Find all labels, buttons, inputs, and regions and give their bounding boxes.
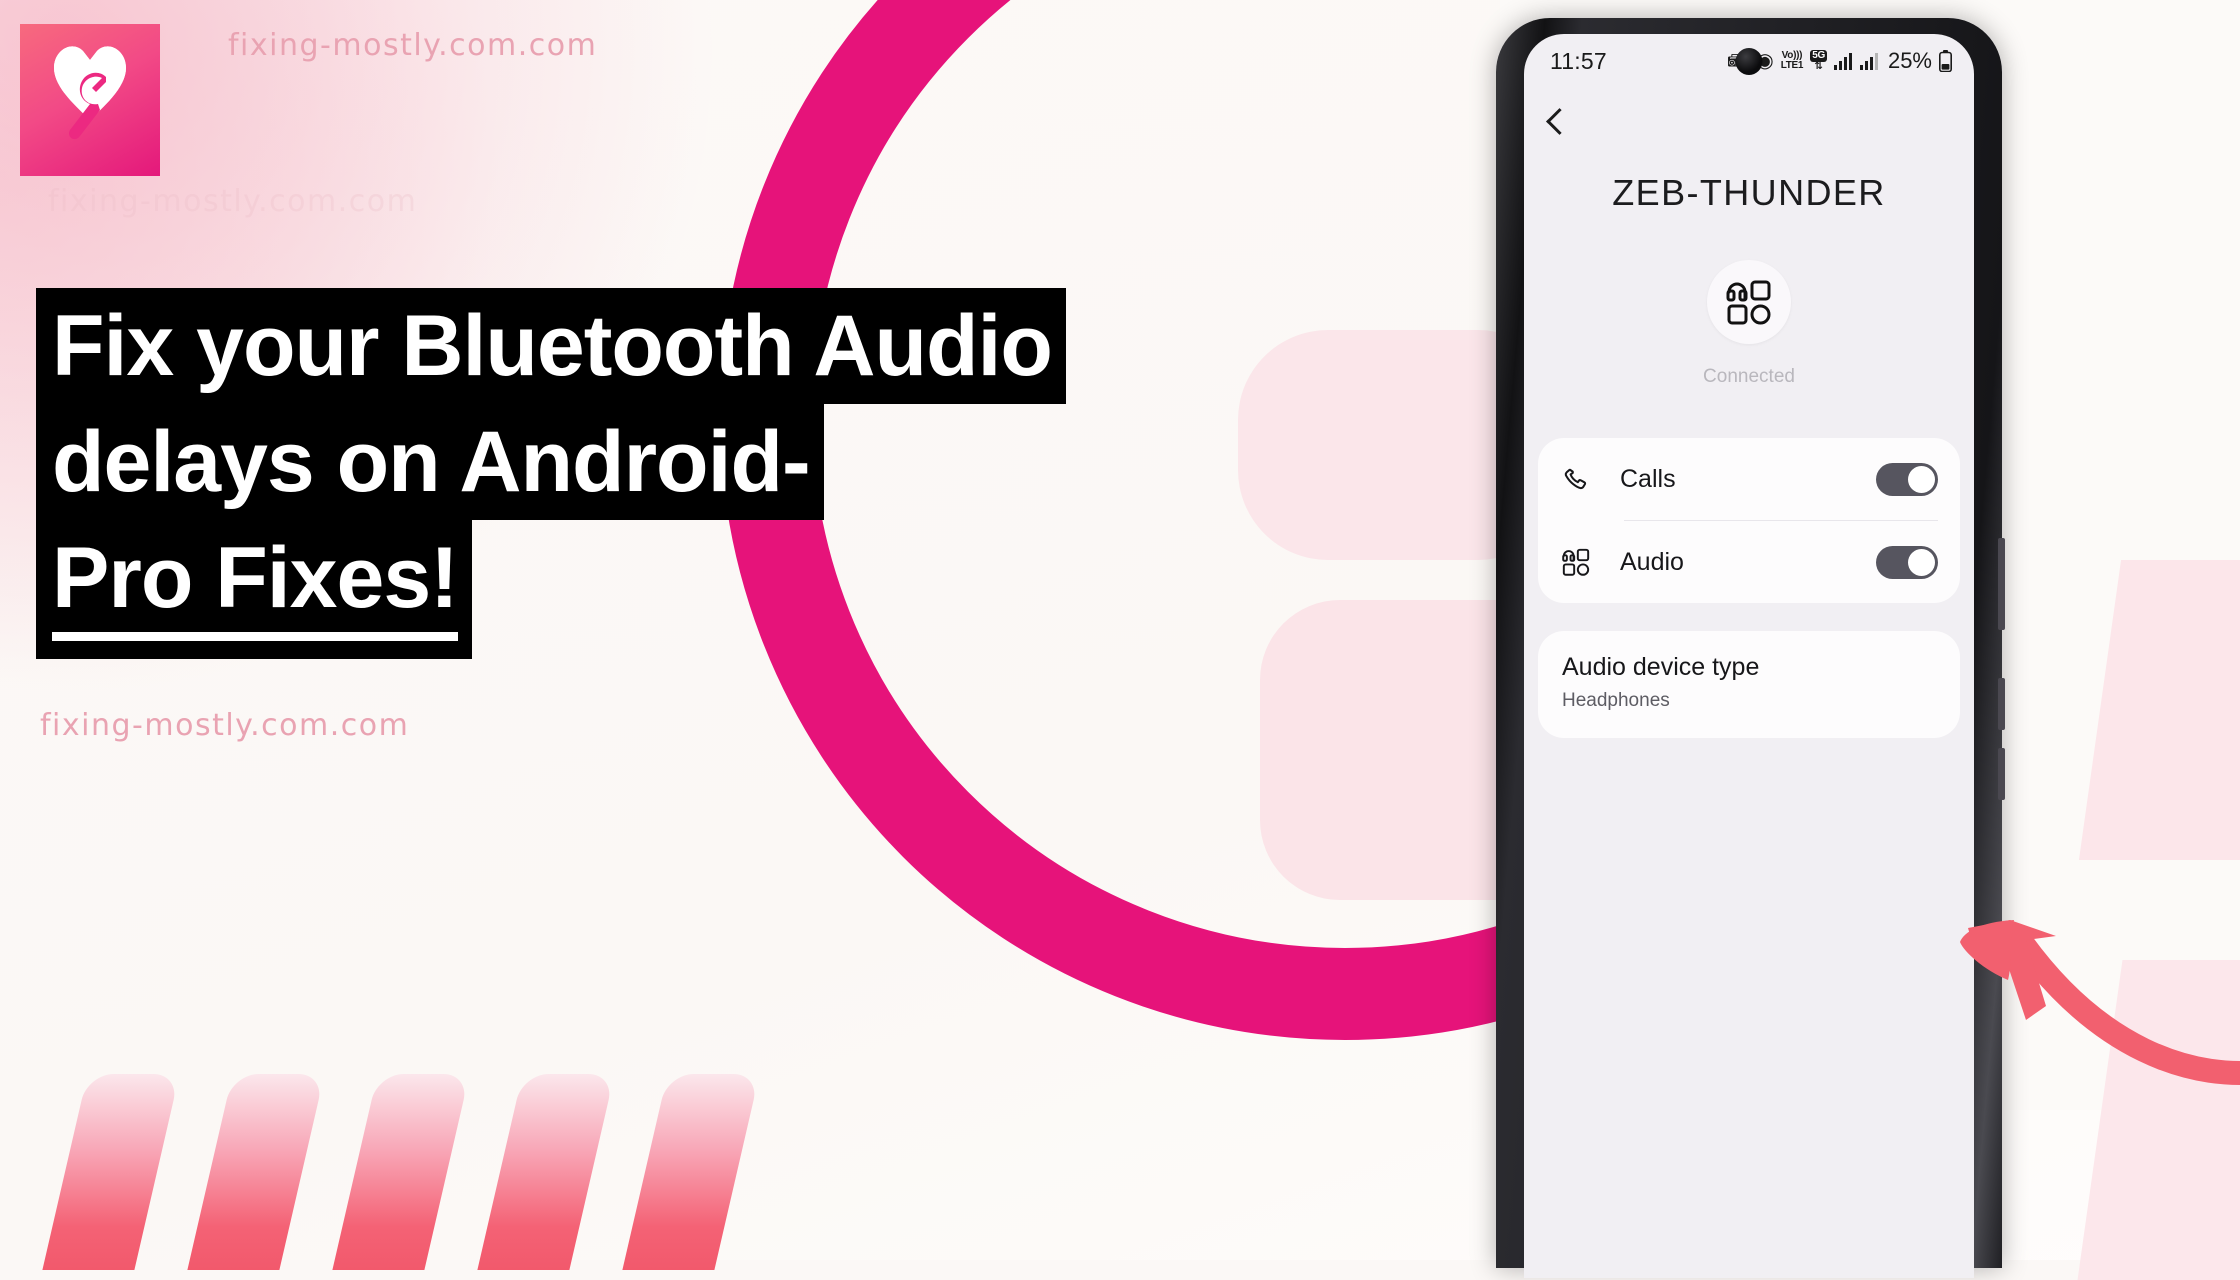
audio-label: Audio — [1620, 547, 1684, 576]
connection-status: Connected — [1703, 366, 1795, 387]
audio-device-grid-icon — [1562, 548, 1602, 576]
status-bar: 11:57 📾 ◉ Vo))) LTE1 5G ⇅ — [1524, 34, 1974, 88]
phone-screen: 11:57 📾 ◉ Vo))) LTE1 5G ⇅ — [1524, 34, 1974, 1278]
decorative-bar — [332, 1074, 470, 1270]
headline: Fix your Bluetooth Audio delays on Andro… — [36, 288, 1066, 659]
signal-bars-icon — [1833, 52, 1852, 70]
decorative-bars — [42, 1060, 835, 1270]
toggle-knob — [1908, 548, 1935, 576]
network-5g-icon: 5G ⇅ — [1810, 49, 1827, 73]
status-bar-time: 11:57 — [1550, 47, 1607, 74]
front-camera-punch-hole — [1735, 48, 1763, 75]
watermark-top: fixing-mostly.com.com — [228, 28, 598, 63]
phone-power-button[interactable] — [1998, 538, 2005, 630]
audio-row[interactable]: Audio — [1538, 521, 1960, 603]
watermark-middle: fixing-mostly.com.com — [48, 184, 418, 219]
headline-line-3-underlined: Pro Fixes! — [52, 530, 459, 641]
decorative-bar — [42, 1074, 180, 1270]
calls-row[interactable]: Calls — [1538, 438, 1960, 520]
audio-device-grid-icon — [1726, 280, 1771, 325]
volte-icon: Vo))) LTE1 — [1780, 50, 1804, 71]
phone-call-icon — [1562, 466, 1602, 493]
heart-wrench-logo — [20, 24, 160, 176]
phone-mockup: 11:57 📾 ◉ Vo))) LTE1 5G ⇅ — [1496, 18, 2005, 1278]
decorative-bar — [187, 1074, 325, 1270]
back-chevron-icon — [1546, 107, 1573, 135]
toggles-card: Calls Audio — [1538, 438, 1960, 603]
battery-icon — [1939, 50, 1952, 72]
phone-volume-up-button[interactable] — [1998, 678, 2005, 730]
audio-device-type-value: Headphones — [1562, 690, 1670, 711]
headline-line-3: Pro Fixes! — [36, 520, 472, 659]
decorative-bar — [477, 1074, 615, 1270]
back-button[interactable] — [1524, 88, 1974, 154]
headline-line-1: Fix your Bluetooth Audio — [36, 288, 1066, 404]
audio-device-type-title: Audio device type — [1562, 653, 1760, 681]
heart-wrench-icon — [20, 24, 160, 176]
headline-line-2: delays on Android- — [36, 404, 824, 520]
decorative-bar — [622, 1074, 760, 1270]
device-icon-badge — [1707, 260, 1791, 344]
battery-percent-label: 25% — [1887, 48, 1932, 73]
calls-label: Calls — [1620, 464, 1676, 493]
phone-volume-down-button[interactable] — [1998, 748, 2005, 800]
calls-toggle[interactable] — [1876, 462, 1938, 496]
audio-toggle[interactable] — [1876, 545, 1938, 579]
device-name-title: ZEB-THUNDER — [1612, 172, 1886, 213]
audio-device-type-card[interactable]: Audio device type Headphones — [1538, 631, 1960, 738]
toggle-knob — [1908, 465, 1935, 493]
watermark-bottom: fixing-mostly.com.com — [40, 708, 410, 743]
signal-bars-icon — [1859, 52, 1878, 70]
data-transfer-icon: ⇅ — [1814, 61, 1823, 73]
